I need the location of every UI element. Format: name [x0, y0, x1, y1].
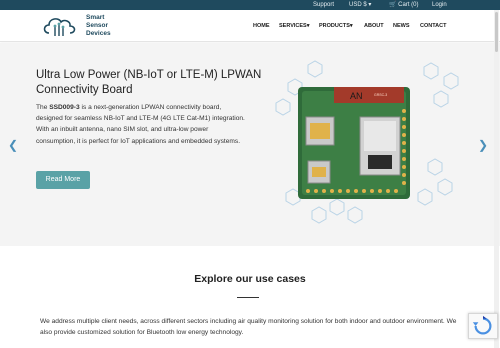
chevron-down-icon: ▾	[306, 23, 310, 29]
hero-slider: ❮ ❯ Ultra Low Power (NB-IoT or LTE-M) LP…	[0, 43, 500, 246]
nav-products[interactable]: PRODUCTS▾	[319, 22, 353, 30]
recaptcha-icon	[472, 315, 492, 335]
hero-title: Ultra Low Power (NB-IoT or LTE-M) LPWAN …	[36, 69, 262, 96]
chevron-left-icon[interactable]: ❮	[8, 139, 18, 151]
chevron-right-icon[interactable]: ❯	[478, 139, 488, 151]
nav-home[interactable]: HOME	[253, 22, 270, 30]
site-header: Smart Sensor Devices HOME SERVICES▾ PROD…	[0, 10, 500, 42]
cart-label: Cart (0)	[398, 2, 419, 8]
section-description: We address multiple client needs, across…	[40, 318, 457, 336]
brand-line-2: Sensor	[86, 22, 109, 29]
logo-cloud-icon[interactable]	[42, 14, 78, 38]
nav-news[interactable]: NEWS	[393, 22, 410, 30]
board-tag: GRSC-3	[374, 93, 387, 97]
board-silkscreen: AN	[350, 91, 363, 101]
section-divider	[237, 297, 259, 298]
read-more-button[interactable]: Read More	[36, 171, 90, 189]
page-scrollbar[interactable]	[494, 10, 499, 348]
scrollbar-thumb[interactable]	[495, 12, 498, 52]
nav-services[interactable]: SERVICES▾	[279, 22, 309, 30]
currency-label: USD $	[349, 2, 367, 8]
brand-line-1: Smart	[86, 14, 105, 21]
cart-link[interactable]: 🛒 Cart (0)	[389, 1, 419, 9]
currency-selector[interactable]: USD $ ▾	[349, 1, 371, 9]
nav-contact[interactable]: CONTACT	[420, 22, 446, 30]
nav-services-label: SERVICES	[279, 23, 307, 29]
hero-product-code: SSD009-3	[49, 104, 80, 111]
brand-line-3: Devices	[86, 30, 111, 37]
hero-description: The SSD009-3 is a next-generation LPWAN …	[36, 102, 248, 147]
nav-products-label: PRODUCTS	[319, 23, 350, 29]
brand-name[interactable]: Smart Sensor Devices	[86, 14, 111, 38]
support-link[interactable]: Support	[313, 1, 334, 9]
section-title: Explore our use cases	[194, 273, 306, 285]
chevron-down-icon: ▾	[368, 2, 372, 8]
top-utility-bar: Support USD $ ▾ 🛒 Cart (0) Login	[0, 0, 500, 10]
login-link[interactable]: Login	[432, 1, 447, 9]
recaptcha-badge[interactable]	[468, 313, 498, 339]
cart-icon: 🛒	[389, 2, 397, 8]
hero-body-prefix: The	[36, 104, 50, 111]
product-board-image: AN GRSC-3	[275, 60, 459, 224]
chevron-down-icon: ▾	[349, 23, 353, 29]
nav-about[interactable]: ABOUT	[364, 22, 384, 30]
